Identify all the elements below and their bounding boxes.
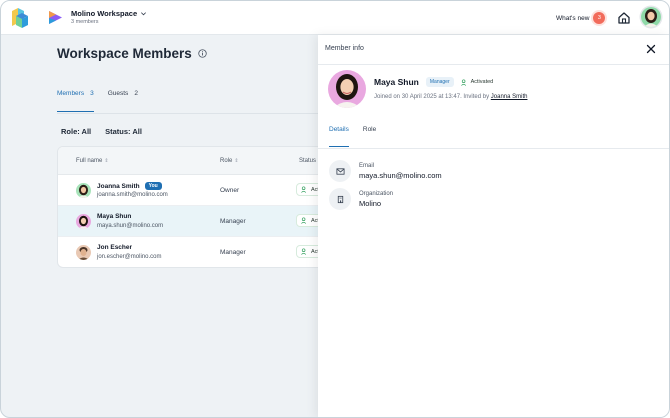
home-icon[interactable] — [617, 11, 631, 25]
email-field: Email maya.shun@molino.com — [329, 160, 442, 182]
member-role: Owner — [220, 187, 240, 194]
building-icon — [329, 188, 351, 210]
table-row[interactable]: Maya Shun maya.shun@molino.com Manager A… — [58, 206, 346, 237]
user-check-icon — [301, 186, 307, 193]
tab-guests[interactable]: Guests 2 — [108, 90, 138, 112]
chevron-down-icon — [141, 12, 147, 16]
column-header-name[interactable]: Full name ⇕ — [76, 158, 109, 164]
table-header: Full name ⇕ Role ⇕ Status — [58, 147, 346, 175]
tab-details[interactable]: Details — [329, 126, 349, 147]
tab-role[interactable]: Role — [363, 126, 376, 147]
member-tabs: Members 3 Guests 2 — [57, 90, 138, 112]
page-title-text: Workspace Members — [57, 46, 192, 61]
tab-members-label: Members — [57, 90, 85, 97]
tab-members-count: 3 — [90, 90, 94, 97]
column-header-role[interactable]: Role ⇕ — [220, 158, 239, 164]
joined-text: Joined on 30 April 2025 at 13:47. Invite… — [374, 94, 490, 100]
tabs-divider — [57, 113, 318, 114]
user-check-icon — [301, 248, 307, 255]
drawer-tabs-divider — [318, 148, 669, 149]
activated-status: Activated — [460, 78, 494, 86]
close-icon[interactable] — [645, 43, 657, 55]
member-role: Manager — [220, 249, 246, 256]
member-name-text: Maya Shun — [97, 213, 132, 220]
mail-icon — [329, 160, 351, 182]
tab-guests-count: 2 — [134, 90, 138, 97]
role-filter[interactable]: Role: All — [61, 127, 91, 136]
organization-value: Molino — [359, 198, 382, 208]
email-value: maya.shun@molino.com — [359, 170, 442, 180]
page-title: Workspace Members — [57, 46, 207, 61]
workspace-icon[interactable] — [48, 10, 63, 25]
member-name-text: Joanna Smith — [97, 182, 140, 190]
member-avatar — [328, 70, 366, 108]
member-email: joanna.smith@molino.com — [97, 192, 168, 198]
user-check-icon — [301, 217, 307, 224]
whats-new-button[interactable]: What's new 3 — [556, 11, 606, 25]
organization-field: Organization Molino — [329, 188, 393, 210]
drawer-header: Member info — [318, 35, 669, 65]
joined-info: Joined on 30 April 2025 at 13:47. Invite… — [374, 94, 527, 100]
email-label: Email — [359, 162, 375, 169]
filters: Role: All Status: All — [61, 127, 142, 136]
user-check-icon — [460, 78, 466, 86]
status-filter[interactable]: Status: All — [105, 127, 142, 136]
you-badge: You — [144, 182, 162, 190]
drawer-title: Member info — [325, 45, 364, 52]
member-full-name: Maya Shun — [374, 77, 419, 87]
tab-guests-label: Guests — [107, 90, 129, 97]
avatar — [76, 183, 91, 198]
avatar — [76, 245, 91, 260]
sort-icon: ⇕ — [104, 158, 109, 164]
table-row[interactable]: Jon Escher jon.escher@molino.com Manager… — [58, 237, 346, 267]
info-icon[interactable] — [198, 49, 207, 58]
member-name: Jon Escher — [97, 244, 132, 251]
member-email: jon.escher@molino.com — [97, 254, 162, 260]
invited-by-link[interactable]: Joanna Smith — [491, 94, 528, 100]
workspace-switcher[interactable]: Molino Workspace — [71, 9, 147, 18]
whats-new-label: What's new — [556, 14, 590, 22]
member-name-row: Maya Shun Manager Activated — [374, 77, 493, 87]
table-row[interactable]: Joanna Smith You joanna.smith@molino.com… — [58, 175, 346, 206]
members-table: Full name ⇕ Role ⇕ Status Joanna Smith Y… — [57, 146, 347, 268]
column-header-role-label: Role — [220, 158, 233, 164]
tab-members[interactable]: Members 3 — [57, 90, 94, 112]
app-window: Molino Workspace 3 members What's new 3 … — [0, 0, 670, 418]
avatar — [76, 214, 91, 229]
column-header-status-label: Status — [299, 158, 317, 164]
member-info-drawer: Member info Maya Shun Manager Activated — [318, 35, 669, 417]
member-email: maya.shun@molino.com — [97, 223, 164, 229]
workspace-member-count: 3 members — [71, 19, 99, 25]
workspace-name: Molino Workspace — [71, 9, 138, 18]
member-name: Maya Shun — [97, 213, 131, 220]
app-logo[interactable] — [10, 7, 30, 29]
member-role: Manager — [220, 218, 246, 225]
activated-text: Activated — [470, 79, 494, 85]
sort-icon: ⇕ — [234, 158, 239, 164]
column-header-status[interactable]: Status — [299, 158, 316, 164]
user-avatar[interactable] — [641, 7, 661, 27]
role-badge: Manager — [425, 77, 454, 87]
drawer-tabs: Details Role — [329, 126, 376, 147]
organization-label: Organization — [359, 190, 394, 197]
column-header-name-label: Full name — [76, 158, 103, 164]
top-bar: Molino Workspace 3 members What's new 3 — [1, 1, 669, 35]
notification-badge: 3 — [593, 12, 606, 24]
member-name: Joanna Smith You — [97, 182, 162, 190]
member-name-text: Jon Escher — [97, 244, 133, 251]
